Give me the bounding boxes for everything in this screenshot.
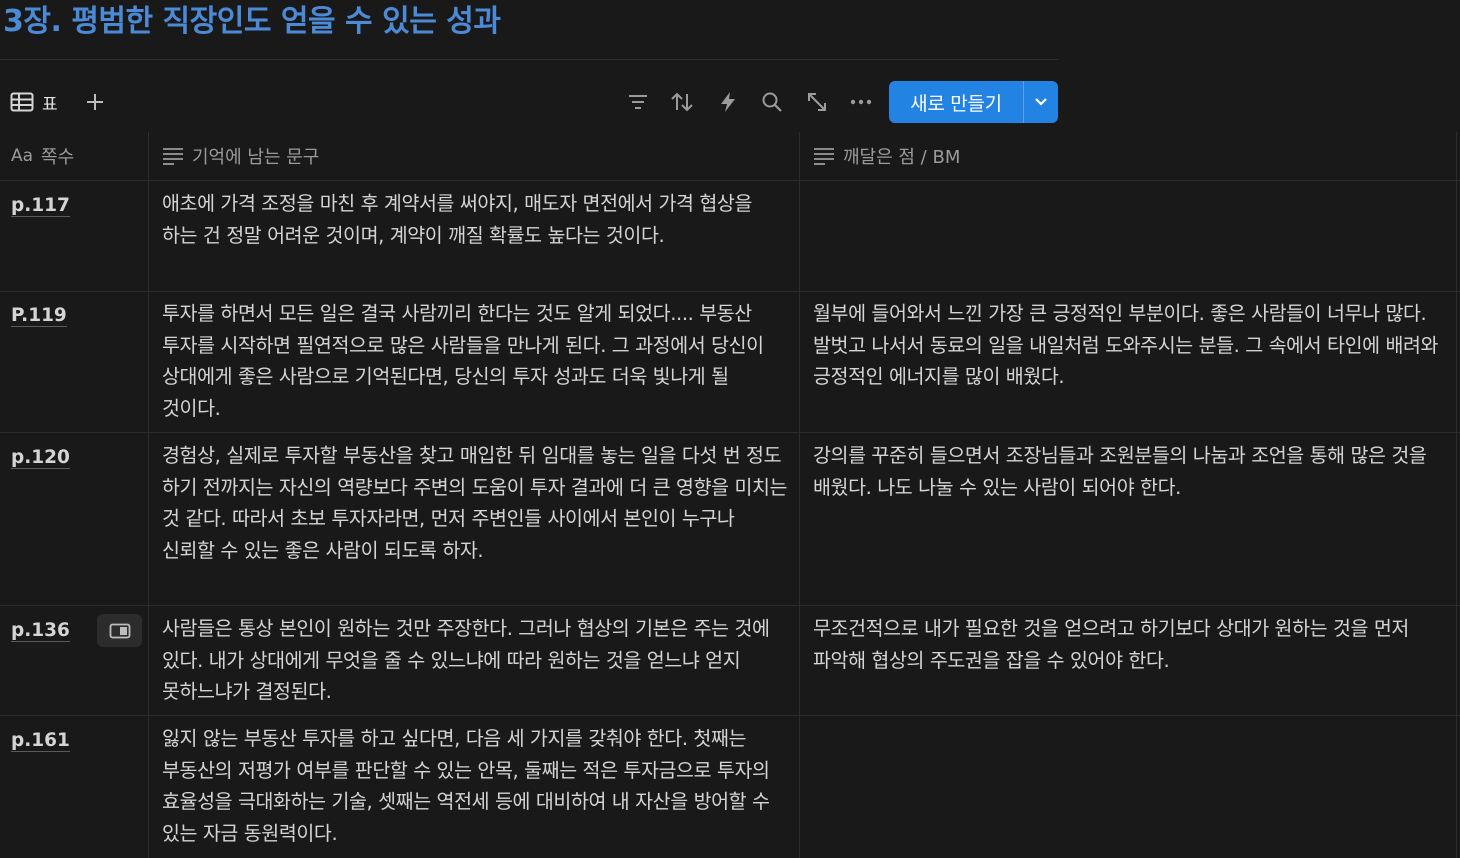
sort-button[interactable] <box>669 88 695 116</box>
expand-button[interactable] <box>804 88 830 116</box>
row-insight-cell[interactable] <box>813 188 1441 288</box>
table-icon <box>10 92 34 112</box>
column-header-label: 쪽수 <box>41 147 75 168</box>
text-property-icon <box>163 148 183 165</box>
row-quote-cell[interactable]: 잃지 않는 부동산 투자를 하고 싶다면, 다음 세 가지를 갖춰야 한다. 첫… <box>162 723 788 849</box>
row-divider <box>0 715 1460 716</box>
column-header-quote[interactable]: 기억에 남는 문구 <box>162 132 319 180</box>
plus-icon <box>87 94 103 110</box>
header-divider <box>0 180 1460 181</box>
row-page-cell[interactable]: P.119 <box>11 304 67 328</box>
column-header-label: 기억에 남는 문구 <box>192 147 320 168</box>
row-page-cell[interactable]: p.120 <box>11 446 70 470</box>
row-insight-cell[interactable]: 월부에 들어와서 느낀 가장 큰 긍정적인 부분이다. 좋은 사람들이 너무나 … <box>813 298 1441 393</box>
column-divider <box>1456 132 1457 858</box>
expand-icon <box>808 93 826 111</box>
column-header-label: 깨달은 점 / BM <box>843 147 961 168</box>
row-insight-cell[interactable]: 무조건적으로 내가 필요한 것을 얻으려고 하기보다 상대가 원하는 것을 먼저… <box>813 613 1441 676</box>
row-page-cell[interactable]: p.117 <box>11 194 70 218</box>
row-page-label: p.136 <box>11 620 70 642</box>
row-quote-cell[interactable]: 애초에 가격 조정을 마친 후 계약서를 써야지, 매도자 면전에서 가격 협상… <box>162 188 788 251</box>
filter-button[interactable] <box>625 88 651 116</box>
open-side-peek-icon <box>109 623 130 638</box>
row-insight-cell[interactable]: 강의를 꾸준히 들으면서 조장님들과 조원분들의 나눔과 조언을 통해 많은 것… <box>813 440 1441 503</box>
column-header-insight[interactable]: 깨달은 점 / BM <box>813 132 960 180</box>
row-page-label: p.120 <box>11 447 70 469</box>
row-divider <box>0 432 1460 433</box>
search-button[interactable] <box>759 88 785 116</box>
text-property-icon <box>814 148 834 165</box>
search-icon <box>762 92 782 112</box>
sort-icon <box>671 92 693 112</box>
column-header-page[interactable]: Aa 쪽수 <box>11 132 74 180</box>
row-page-label: P.119 <box>11 305 67 327</box>
row-quote-cell[interactable]: 경험상, 실제로 투자할 부동산을 찾고 매입한 뒤 임대를 놓는 일을 다섯 … <box>162 440 788 566</box>
automation-icon <box>721 92 735 112</box>
column-divider <box>799 132 800 858</box>
add-view-button[interactable] <box>84 88 106 116</box>
column-divider <box>148 132 149 858</box>
view-tab-label: 표 <box>42 94 58 115</box>
open-page-button[interactable] <box>97 614 142 647</box>
table-view-tab[interactable]: 표 <box>10 88 58 116</box>
filter-icon <box>629 95 647 109</box>
row-quote-cell[interactable]: 사람들은 통상 본인이 원하는 것만 주장한다. 그러나 협상의 기본은 주는 … <box>162 613 788 708</box>
chevron-down-icon <box>1035 98 1047 106</box>
row-divider <box>0 291 1460 292</box>
row-page-cell[interactable]: p.136 <box>11 619 70 643</box>
row-page-cell[interactable]: p.161 <box>11 729 70 753</box>
row-quote-cell[interactable]: 투자를 하면서 모든 일은 결국 사람끼리 한다는 것도 알게 되었다.... … <box>162 298 788 424</box>
page-title[interactable]: 3장. 평범한 직장인도 얻을 수 있는 성과 <box>3 0 501 46</box>
automation-button[interactable] <box>715 88 741 116</box>
row-insight-cell[interactable] <box>813 723 1441 843</box>
row-page-label: p.161 <box>11 730 70 752</box>
more-options-button[interactable] <box>848 88 874 116</box>
new-button-group: 새로 만들기 <box>889 81 1058 123</box>
row-divider <box>0 605 1460 606</box>
new-button-dropdown[interactable] <box>1024 81 1058 123</box>
more-icon <box>850 99 872 105</box>
title-property-icon: Aa <box>11 146 34 166</box>
row-page-label: p.117 <box>11 195 70 217</box>
database-page: 3장. 평범한 직장인도 얻을 수 있는 성과 표 새로 만들기 Aa 쪽수 기… <box>0 0 1460 858</box>
new-button[interactable]: 새로 만들기 <box>889 81 1023 123</box>
title-divider <box>0 59 1058 60</box>
